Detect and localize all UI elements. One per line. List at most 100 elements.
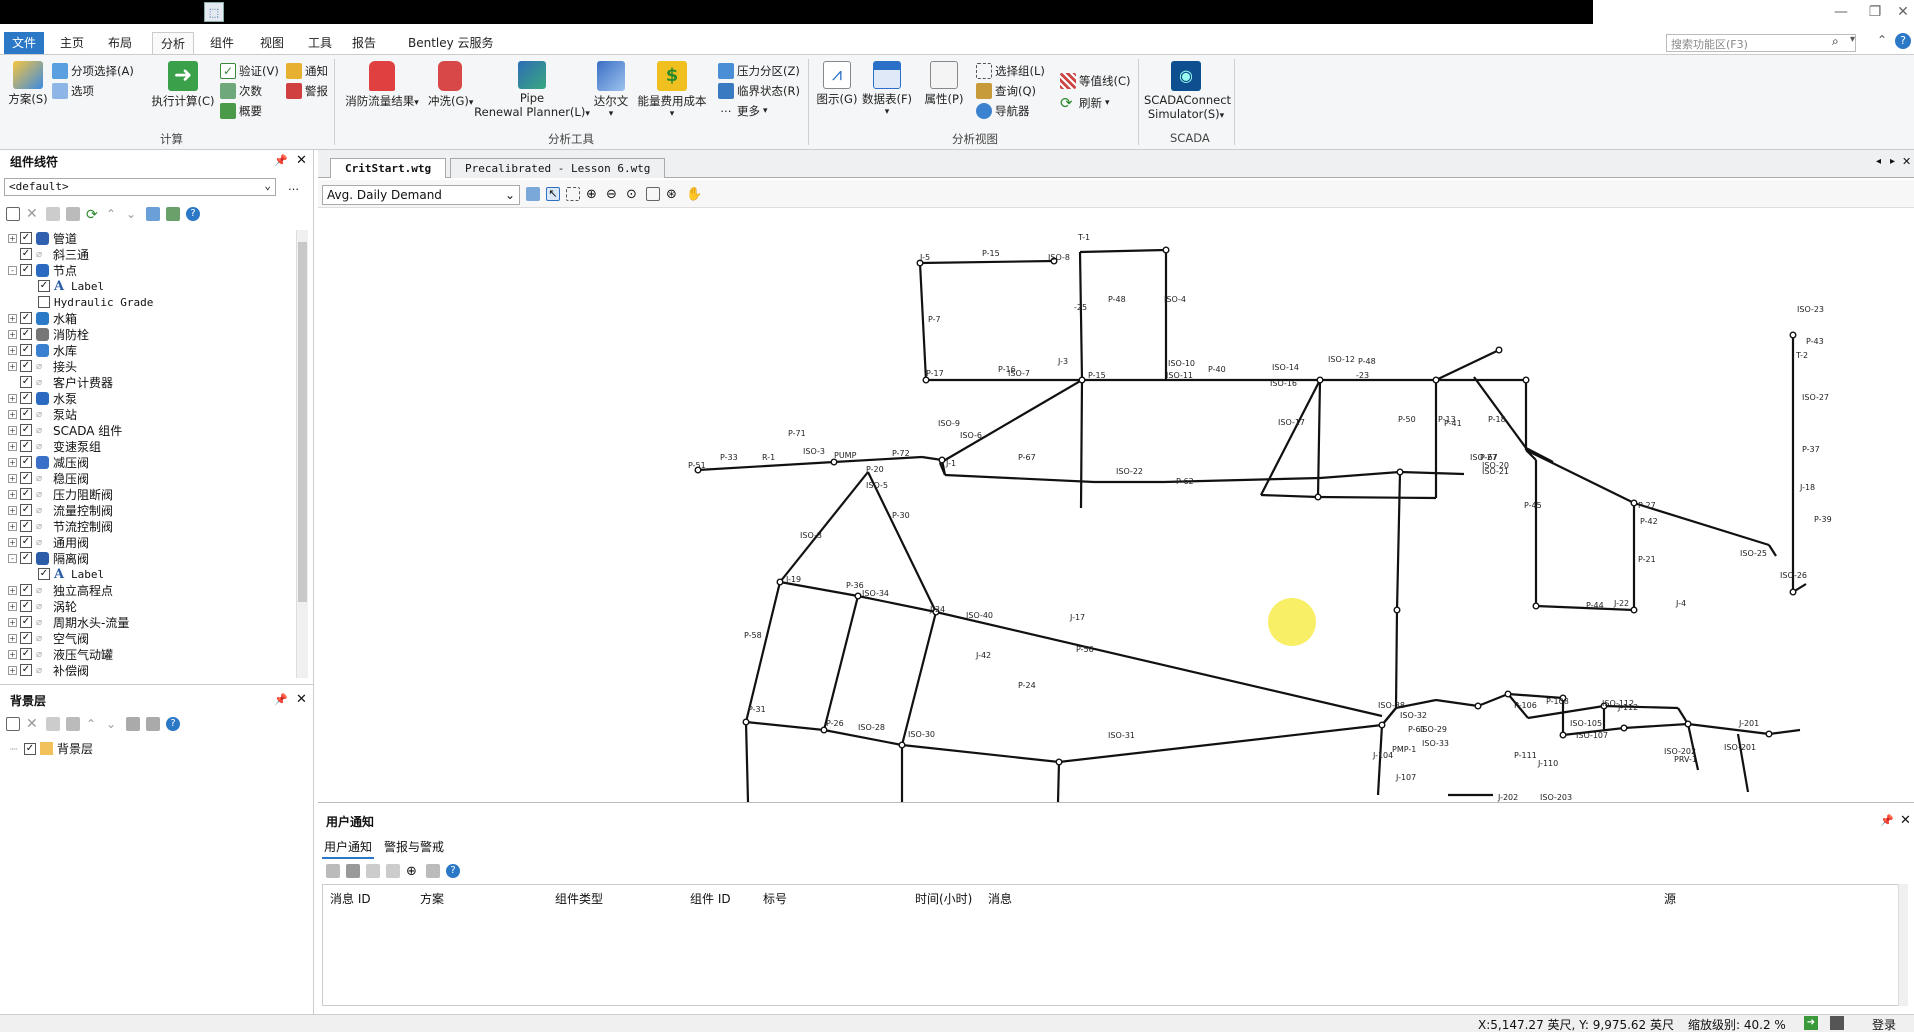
checkbox[interactable]: ✓ [20,232,32,244]
tree-item[interactable]: + ✓ ⌀ SCADA 组件 [8,422,293,438]
delete-icon[interactable]: ✕ [26,717,40,731]
checkbox[interactable]: ✓ [20,408,32,420]
new-icon[interactable] [6,207,20,221]
collapse-icon[interactable]: - [8,265,17,275]
junction-node[interactable] [1495,346,1503,354]
fire-flow-results-button[interactable]: 消防流量结果▾ [344,61,420,109]
pipe-segment[interactable] [1056,761,1061,802]
refresh-button[interactable]: ⟳ 刷新 ▾ [1060,95,1110,111]
filter-icon[interactable] [426,864,440,878]
pipe-segment[interactable] [744,721,750,802]
pipe-renewal-planner-button[interactable]: Pipe Renewal Planner(L)▾ [474,61,590,119]
run-calculation-button[interactable]: ➜ 执行计算(C) [150,61,216,109]
expand-icon[interactable]: + [8,585,17,595]
pipe-segment[interactable] [823,728,903,747]
junction-node[interactable] [938,456,946,464]
background-layer-item[interactable]: ┈ ✓ 背景层 [10,740,93,757]
junction-node[interactable] [1765,730,1773,738]
symbology-dropdown[interactable]: <default> ⌄ [4,178,276,196]
pipe-segment[interactable] [779,471,869,583]
navigator-button[interactable]: 导航器 [976,103,1030,119]
tree-item[interactable]: - ✓ 节点 [8,262,293,278]
checkbox[interactable]: ✓ [20,520,32,532]
contour-button[interactable]: 等值线(C) [1060,73,1131,89]
tree-item[interactable]: + ✓ ⌀ 通用阀 [8,534,293,550]
zoom-previous-icon[interactable]: ⊛ [666,187,680,202]
energy-cost-button[interactable]: $ 能量费用成本 ▾ [634,61,710,119]
pipe-segment[interactable] [1319,470,1401,480]
checkbox[interactable]: ✓ [20,472,32,484]
pipe-segment[interactable] [1768,728,1801,736]
expand-icon[interactable]: + [8,601,17,611]
tab-critstart[interactable]: CritStart.wtg [330,158,447,178]
move-up-icon[interactable]: ⌃ [106,207,120,221]
expand-icon[interactable]: + [8,425,17,435]
checkbox[interactable]: ✓ [20,584,32,596]
sub-select-button[interactable]: 分项选择(A) [52,63,134,79]
expand-icon[interactable]: + [8,665,17,675]
alarm-button[interactable]: 警报 [286,83,328,99]
junction-node[interactable] [1504,690,1512,698]
column-header[interactable]: 标号 [763,890,787,907]
pipe-segment[interactable] [1623,722,1689,730]
report-icon[interactable] [366,864,380,878]
checkbox[interactable]: ✓ [20,456,32,468]
close-panel-icon[interactable]: ✕ [296,153,307,168]
tree-item[interactable]: ✓ ⌀ 客户计费器 [8,374,293,390]
chevron-down-icon[interactable]: ▾ [1850,34,1855,45]
column-header[interactable]: 方案 [420,890,444,907]
tree-item[interactable]: + ✓ 水箱 [8,310,293,326]
tree-item[interactable]: + ✓ ⌀ 液压气动罐 [8,646,293,662]
expand-icon[interactable]: + [8,617,17,627]
move-down-icon[interactable]: ⌄ [106,717,120,731]
pipe-segment[interactable] [697,460,835,472]
add-layer-icon[interactable] [146,717,160,731]
tree-item[interactable]: + ✓ 管道 [8,230,293,246]
checkbox[interactable]: ✓ [20,440,32,452]
checkbox[interactable]: ✓ [20,504,32,516]
tab-alarms-warnings[interactable]: 警报与警戒 [382,836,446,857]
scenario-button[interactable]: 方案(S) [8,61,48,107]
save-icon[interactable] [346,864,360,878]
expand-icon[interactable]: + [8,409,17,419]
column-header[interactable]: 组件类型 [555,890,603,907]
expand-icon[interactable]: + [8,345,17,355]
validate-button[interactable]: ✓ 验证(V) [220,63,279,79]
column-header[interactable]: 时间(小时) [915,890,972,907]
expand-icon[interactable]: + [8,489,17,499]
menu-tab-8[interactable]: Bentley 云服务 [400,32,502,54]
tree-item[interactable]: + ✓ ⌀ 周期水头-流量 [8,614,293,630]
junction-node[interactable] [776,578,784,586]
pipe-segment[interactable] [919,259,1055,265]
symbology-scrollbar[interactable] [296,230,308,678]
scenario-dropdown[interactable]: Avg. Daily Demand ⌄ [322,185,520,205]
close-icon[interactable]: ✕ [1890,2,1914,22]
add-item-icon[interactable] [166,207,180,221]
rename-icon[interactable] [46,717,60,731]
expand-icon[interactable]: + [8,521,17,531]
tree-item[interactable]: + ✓ ⌀ 流量控制阀 [8,502,293,518]
group-icon[interactable] [146,207,160,221]
ribbon-collapse-icon[interactable]: ⌃ [1877,33,1887,47]
junction-node[interactable] [1396,468,1404,476]
tree-item[interactable]: ✓ A Label [8,566,293,582]
tree-item[interactable]: + ✓ ⌀ 补偿阀 [8,662,293,678]
junction-node[interactable] [1162,246,1170,254]
checkbox[interactable]: ✓ [20,376,32,388]
expand-icon[interactable]: + [8,537,17,547]
checkbox[interactable]: ✓ [20,632,32,644]
pipe-segment[interactable] [822,595,860,731]
darwin-button[interactable]: 达尔文 ▾ [590,61,632,119]
pipe-segment[interactable] [944,473,1095,484]
column-header[interactable]: 组件 ID [690,890,731,907]
expand-icon[interactable]: + [8,393,17,403]
menu-tab-0[interactable]: 文件 [4,32,45,54]
run-status-icon[interactable]: ➜ [1804,1016,1818,1030]
zoom-in-icon[interactable]: ⊕ [586,187,600,202]
expand-icon[interactable]: + [8,649,17,659]
junction-node[interactable] [1684,720,1692,728]
help-icon[interactable]: ? [186,207,200,221]
pan-hand-icon[interactable]: ✋ [686,187,702,202]
tree-item[interactable]: + ✓ ⌀ 涡轮 [8,598,293,614]
tree-item[interactable]: + ✓ 水库 [8,342,293,358]
